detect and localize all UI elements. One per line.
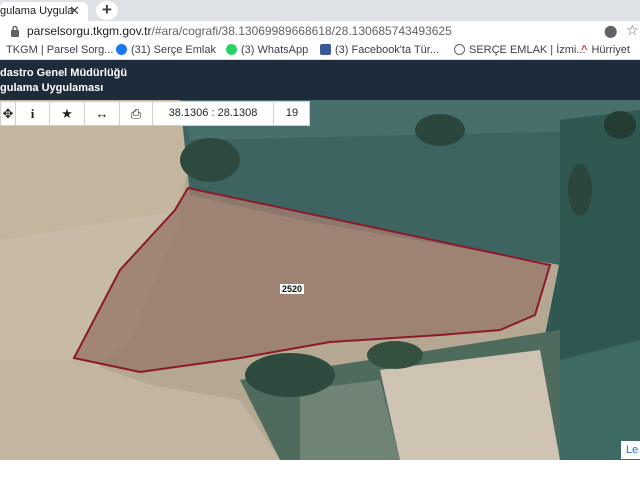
page-bottom-area bbox=[0, 460, 640, 480]
bookmark-label: (3) WhatsApp bbox=[241, 44, 309, 56]
url-text[interactable]: parselsorgu.tkgm.gov.tr/#ara/cografi/38.… bbox=[27, 24, 452, 38]
favorite-icon[interactable]: ★ bbox=[50, 102, 84, 125]
app-title-line1: dastro Genel Müdürlüğü bbox=[0, 67, 128, 79]
print-icon[interactable]: ⎙ bbox=[120, 102, 152, 125]
zoom-level: 19 bbox=[285, 107, 299, 119]
whatsapp-icon bbox=[226, 44, 237, 55]
move-icon[interactable]: ✥ bbox=[1, 102, 15, 125]
bookmark-star-icon[interactable]: ☆ bbox=[626, 22, 639, 39]
bookmark-label: TKGM | Parsel Sorg... bbox=[6, 44, 114, 56]
measure-icon[interactable]: ↔ bbox=[85, 102, 119, 125]
image-icon bbox=[320, 44, 331, 55]
lock-icon bbox=[11, 25, 19, 37]
coordinate-readout: 38.1306 : 28.1308 bbox=[168, 107, 258, 119]
info-icon[interactable]: i bbox=[16, 102, 49, 125]
browser-tab-strip: gulama Uygula ✕ + bbox=[0, 0, 640, 21]
facebook-icon bbox=[116, 44, 127, 55]
bookmarks-bar: TKGM | Parsel Sorg... (31) Serçe Emlak (… bbox=[0, 41, 640, 60]
bookmark-serce-emlak-izmir[interactable]: SERÇE EMLAK | İzmi... bbox=[454, 44, 586, 56]
map-imagery bbox=[0, 100, 640, 460]
tab-title: gulama Uygula bbox=[0, 5, 74, 17]
browser-tab[interactable]: gulama Uygula ✕ bbox=[0, 2, 88, 21]
bookmark-label: Hürriyet bbox=[591, 44, 630, 56]
bookmark-facebook[interactable]: (3) Facebook'ta Tür... bbox=[320, 44, 439, 56]
satellite-map[interactable]: 2520 bbox=[0, 100, 640, 460]
new-tab-button[interactable]: + bbox=[96, 1, 118, 20]
parcel-number-label[interactable]: 2520 bbox=[280, 284, 305, 294]
hurriyet-icon: ^ bbox=[581, 44, 588, 56]
address-bar[interactable]: parselsorgu.tkgm.gov.tr/#ara/cografi/38.… bbox=[0, 21, 640, 41]
bookmark-serce-emlak[interactable]: (31) Serçe Emlak bbox=[116, 44, 216, 56]
bookmark-label: (31) Serçe Emlak bbox=[131, 44, 216, 56]
globe-icon bbox=[454, 44, 465, 55]
close-icon[interactable]: ✕ bbox=[69, 3, 80, 19]
url-path: /#ara/cografi/38.13069989668618/28.13068… bbox=[151, 24, 452, 38]
app-header: dastro Genel Müdürlüğü gulama Uygulaması bbox=[0, 60, 640, 100]
bookmark-label: (3) Facebook'ta Tür... bbox=[335, 44, 440, 56]
location-icon[interactable]: ⬤ bbox=[604, 24, 617, 38]
bookmark-whatsapp[interactable]: (3) WhatsApp bbox=[226, 44, 308, 56]
bookmark-tkgm[interactable]: TKGM | Parsel Sorg... bbox=[6, 44, 113, 56]
app-title-line2: gulama Uygulaması bbox=[0, 82, 104, 94]
map-toolbar: ✥ i ★ ↔ ⎙ 38.1306 : 28.1308 19 bbox=[0, 101, 310, 126]
bookmark-hurriyet[interactable]: ^ Hürriyet bbox=[581, 44, 630, 56]
map-attribution[interactable]: Le bbox=[621, 441, 640, 459]
url-host: parselsorgu.tkgm.gov.tr bbox=[27, 24, 152, 38]
bookmark-label: SERÇE EMLAK | İzmi... bbox=[469, 44, 586, 56]
